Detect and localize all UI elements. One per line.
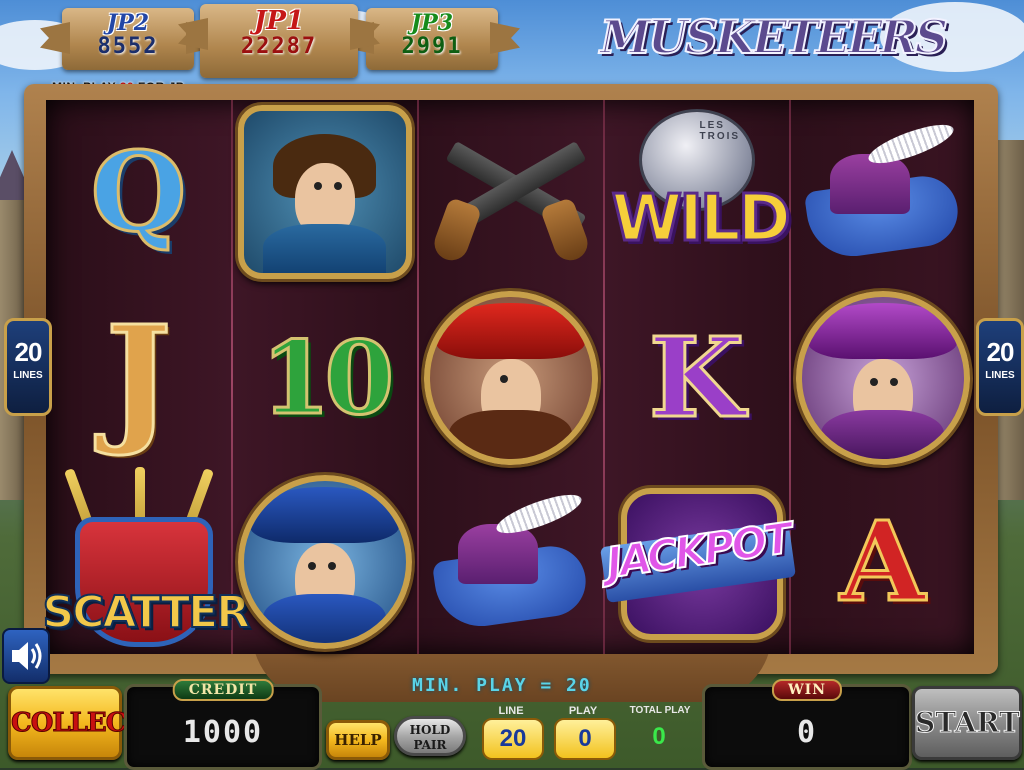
reel-symbol-purple-hat-musketeer	[790, 286, 975, 470]
lines-label: LINES	[13, 370, 43, 381]
reel-symbol-scatter: SCATTER	[42, 467, 251, 657]
help-button[interactable]: HELP	[326, 720, 390, 760]
hold-pair-label-line2: PAIR	[413, 738, 447, 752]
lines-indicator-left: 20 LINES	[4, 318, 52, 416]
play-label: PLAY	[568, 705, 598, 717]
lines-count: 20	[14, 337, 43, 367]
blue-hat-musketeer-portrait-icon	[237, 475, 412, 649]
reel-symbol-musketeer-hat	[790, 100, 975, 284]
credit-display: CREDIT 1000	[124, 679, 322, 770]
win-display: WIN 0	[702, 679, 912, 770]
logo-title: MUSKETEERS	[599, 9, 949, 65]
win-label: WIN	[771, 679, 843, 701]
jackpot-icon: JACKPOT	[599, 482, 796, 642]
symbol-number-10: 10	[259, 319, 395, 437]
symbol-letter-a: A	[838, 497, 926, 626]
jackpot-1-label: JP1	[254, 6, 304, 36]
jackpot-1-banner: JP1 22287	[200, 4, 358, 78]
hold-pair-button[interactable]: HOLD PAIR	[394, 716, 466, 756]
reel-symbol-jackpot: JACKPOT	[599, 470, 796, 654]
jackpot-3-banner: JP3 2991	[366, 8, 498, 70]
musketeer-hat-icon	[431, 487, 590, 633]
symbol-letter-k: K	[647, 313, 746, 442]
reel-symbol-j: J	[46, 286, 231, 470]
jackpot-2-label: JP2	[106, 10, 150, 36]
reel-symbol-blue-hat-musketeer	[232, 470, 417, 654]
win-value: 0	[796, 715, 818, 750]
wild-icon: LES TROIS WILD	[610, 112, 792, 272]
purple-hat-musketeer-portrait-icon	[795, 291, 970, 465]
wild-medal-text: LES TROIS	[699, 120, 741, 142]
credit-label: CREDIT	[172, 679, 274, 701]
jackpot-3-label: JP3	[410, 10, 454, 36]
line-selector[interactable]: 20	[482, 718, 544, 760]
jackpot-2-value: 8552	[97, 34, 159, 59]
reel-symbol-k: K	[604, 286, 789, 470]
reel-symbol-q: Q	[46, 100, 231, 284]
musketeer-portrait-icon	[237, 105, 412, 279]
crossed-pistols-icon	[429, 117, 592, 267]
symbol-letter-j: J	[104, 296, 173, 460]
total-play-label: TOTAL PLAY	[629, 705, 691, 716]
lines-indicator-right: 20 LINES	[976, 318, 1024, 416]
credit-value: 1000	[182, 715, 264, 750]
reel-symbol-wild: LES TROIS WILD	[604, 100, 792, 284]
play-selector[interactable]: 0	[554, 718, 616, 760]
lines-label: LINES	[985, 370, 1015, 381]
jackpot-3-value: 2991	[401, 34, 463, 59]
reel-symbol-a: A	[790, 470, 975, 654]
reel-symbol-red-hat-musketeer	[418, 286, 603, 470]
scatter-text: SCATTER	[42, 586, 252, 639]
reel-symbol-musketeer-portrait	[232, 100, 417, 284]
jackpot-2-banner: JP2 8552	[62, 8, 194, 70]
min-play-text: MIN. PLAY = 20	[412, 675, 592, 696]
wild-text: WILD	[610, 181, 792, 258]
collect-button[interactable]: COLLECT	[8, 686, 145, 760]
symbol-letter-q: Q	[89, 127, 188, 256]
reel-symbol-crossed-pistols	[418, 100, 603, 284]
red-hat-musketeer-portrait-icon	[423, 291, 598, 465]
line-label: LINE	[498, 705, 524, 717]
jackpot-1-value: 22287	[240, 34, 318, 59]
musketeer-hat-icon	[803, 117, 962, 263]
scatter-icon: SCATTER	[42, 467, 251, 657]
reel-symbol-10: 10	[232, 286, 417, 470]
reel-area: Q LES TROIS WILD J 10 K SCATTER JACKPOT …	[42, 100, 975, 657]
total-play-value: 0	[652, 723, 666, 750]
reel-symbol-musketeer-hat	[418, 470, 603, 654]
start-button[interactable]: START	[912, 686, 1022, 760]
lines-count: 20	[986, 337, 1015, 367]
game-logo: 3 MUSKETEERS	[599, 6, 949, 105]
hold-pair-label-line1: HOLD	[409, 723, 451, 737]
